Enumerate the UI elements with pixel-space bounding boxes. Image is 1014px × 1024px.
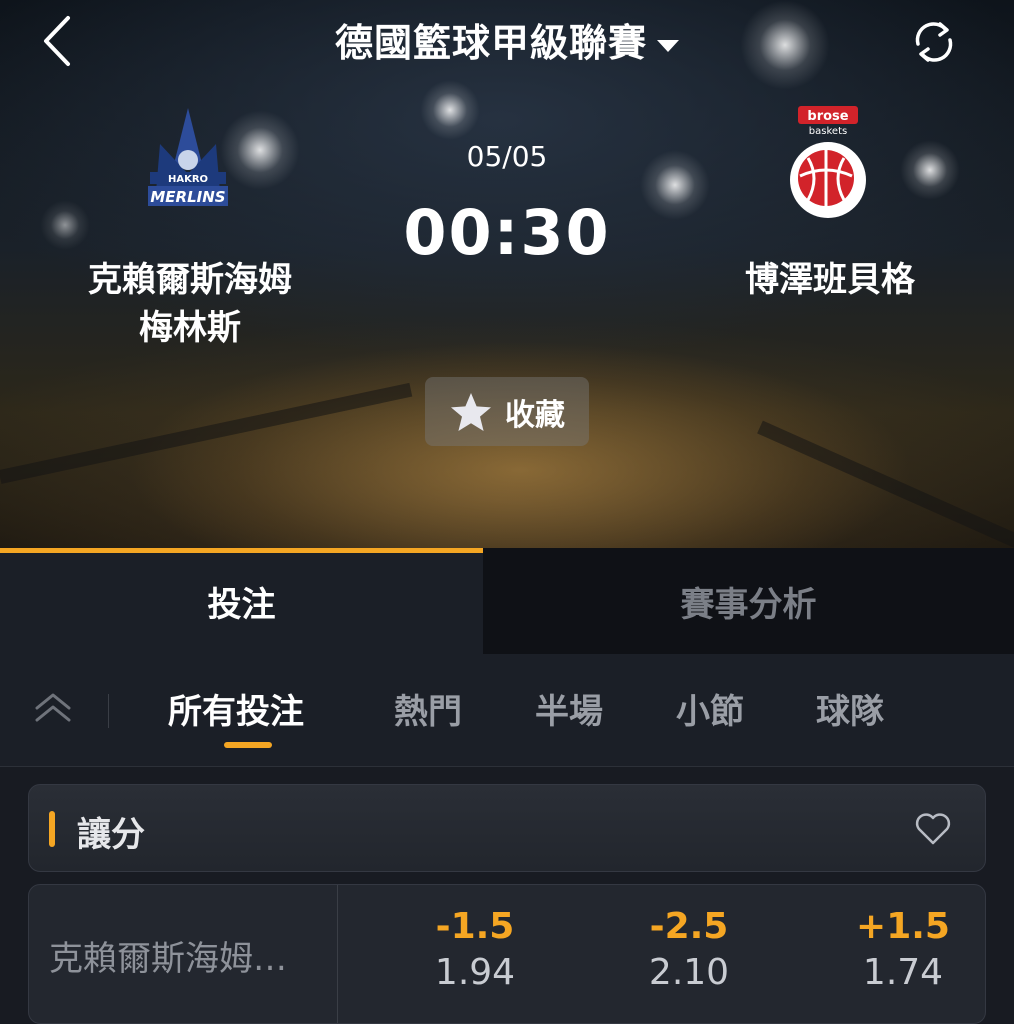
match-hero: 德國籃球甲級聯賽 HAKRO MERLINS 克賴爾斯海姆 梅林斯 05/05 … — [0, 0, 1014, 550]
star-icon — [451, 392, 491, 431]
subtab-half-time[interactable]: 半場 — [535, 684, 603, 733]
home-team-name-line2: 梅林斯 — [139, 308, 241, 348]
market-title: 讓分 — [77, 815, 145, 855]
refresh-button[interactable] — [906, 14, 962, 70]
bet-category-nav: 所有投注 熱門 半場 小節 球隊 — [0, 654, 1014, 767]
odds-cell[interactable]: -1.5 1.94 — [375, 905, 575, 997]
section-accent-bar — [49, 811, 55, 847]
subtab-popular[interactable]: 熱門 — [394, 684, 462, 733]
favorite-market-button[interactable] — [913, 809, 953, 849]
league-selector[interactable]: 德國籃球甲級聯賽 — [0, 12, 1014, 67]
tab-betting[interactable]: 投注 — [0, 548, 483, 654]
handicap-line: +1.5 — [856, 906, 950, 947]
subtab-all-bets[interactable]: 所有投注 — [168, 684, 304, 733]
main-tabs: 投注 賽事分析 — [0, 548, 1014, 654]
nav-divider — [108, 694, 109, 728]
favorite-button[interactable]: 收藏 — [425, 377, 589, 446]
court-line — [757, 420, 1014, 550]
handicap-line: -1.5 — [435, 906, 515, 947]
handicap-line: -2.5 — [649, 906, 729, 947]
caret-down-icon — [657, 39, 679, 52]
svg-text:brose: brose — [807, 109, 848, 124]
odds-price: 1.94 — [434, 952, 516, 993]
odds-team-name: 克賴爾斯海姆… — [49, 939, 287, 979]
home-team-name: 克賴爾斯海姆 梅林斯 — [40, 256, 340, 352]
league-title: 德國籃球甲級聯賽 — [334, 21, 647, 65]
odds-cell[interactable]: +1.5 1.74 — [803, 905, 985, 997]
tab-match-analysis[interactable]: 賽事分析 — [483, 548, 1014, 654]
odds-price: 1.74 — [862, 952, 944, 993]
odds-cell[interactable]: -2.5 2.10 — [589, 905, 789, 997]
arena-light — [420, 80, 480, 140]
collapse-button[interactable] — [28, 688, 78, 728]
subtab-quarter[interactable]: 小節 — [676, 684, 744, 733]
double-chevron-up-icon — [35, 693, 71, 722]
active-subtab-indicator — [224, 742, 272, 748]
away-team-logo: brose baskets — [790, 106, 866, 218]
top-bar: 德國籃球甲級聯賽 — [0, 0, 1014, 80]
market-header-handicap[interactable]: 讓分 — [28, 784, 986, 872]
favorite-label: 收藏 — [505, 397, 565, 433]
subtab-team[interactable]: 球隊 — [816, 684, 884, 733]
away-team-name: 博澤班貝格 — [745, 260, 915, 300]
refresh-icon — [915, 22, 953, 62]
heart-icon — [915, 813, 951, 845]
odds-divider — [337, 885, 338, 1023]
odds-price: 2.10 — [648, 952, 730, 993]
svg-text:baskets: baskets — [809, 126, 847, 137]
odds-row: 克賴爾斯海姆… -1.5 1.94 -2.5 2.10 +1.5 1.74 — [28, 884, 986, 1024]
court-line — [0, 382, 413, 484]
svg-text:HAKRO: HAKRO — [168, 174, 208, 185]
